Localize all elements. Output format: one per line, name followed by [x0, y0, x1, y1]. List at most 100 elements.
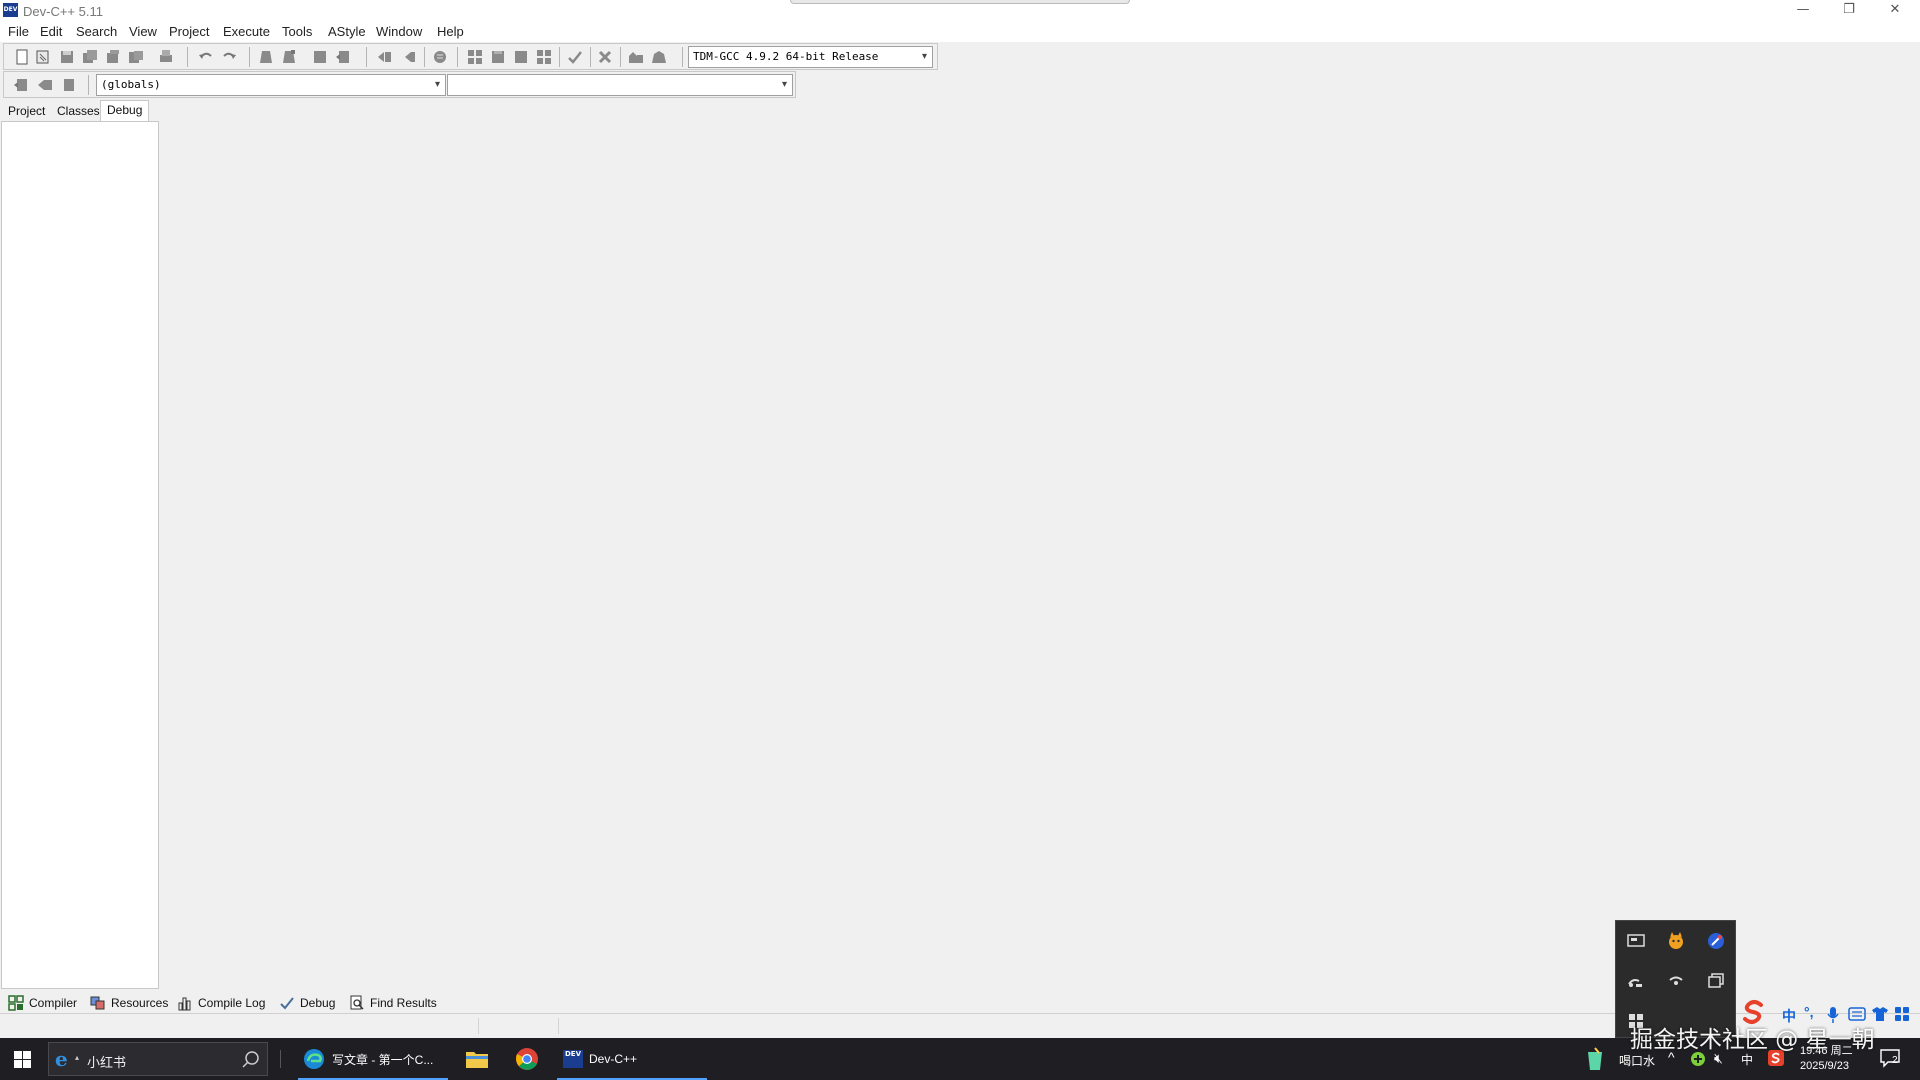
ime-punct-toggle[interactable]: °,	[1804, 1004, 1814, 1020]
window-title: Dev-C++ 5.11	[23, 4, 103, 19]
toggle-bookmark-icon[interactable]	[36, 76, 54, 94]
taskbar-app-edge[interactable]: 写文章 - 第一个C...	[298, 1038, 448, 1080]
devcpp-app-icon: DEV	[3, 3, 18, 17]
toolbar-separator	[457, 47, 458, 67]
minimize-button[interactable]: —	[1780, 0, 1826, 22]
rebuild-all-icon[interactable]	[535, 48, 553, 66]
indent-icon[interactable]	[376, 48, 394, 66]
start-button[interactable]	[0, 1038, 46, 1080]
open-file-icon[interactable]	[34, 48, 52, 66]
stop-execution-icon[interactable]	[596, 48, 614, 66]
chevron-down-icon: ▾	[434, 79, 440, 90]
feather-app-icon[interactable]	[1704, 929, 1728, 953]
toolbar-separator	[620, 47, 621, 67]
scope-select-value: (globals)	[101, 78, 161, 91]
replace-icon[interactable]	[280, 48, 298, 66]
compiler-grid-icon	[8, 994, 24, 1011]
find-next-icon[interactable]	[311, 48, 329, 66]
clock-date[interactable]: 2025/9/23	[1800, 1060, 1849, 1072]
save-icon[interactable]	[58, 48, 76, 66]
compile-run-icon[interactable]	[512, 48, 530, 66]
find-results-icon	[350, 995, 364, 1010]
syntax-check-icon[interactable]	[566, 48, 584, 66]
tab-compiler-label: Compiler	[29, 995, 78, 1010]
editor-area[interactable]	[160, 100, 1920, 990]
tab-resources[interactable]: Resources	[90, 993, 168, 1012]
notification-center-button[interactable]: 2	[1880, 1048, 1902, 1068]
chevron-down-icon: ▾	[921, 51, 927, 62]
restore-button[interactable]: ❐	[1826, 0, 1872, 22]
run-icon[interactable]	[489, 48, 507, 66]
undo-icon[interactable]	[197, 48, 215, 66]
tab-debug-output[interactable]: Debug	[279, 993, 335, 1012]
bar-chart-icon	[178, 997, 191, 1010]
taskbar-separator	[280, 1050, 281, 1068]
copy-window-icon[interactable]	[1704, 969, 1728, 993]
toolbar-separator	[682, 47, 683, 67]
tab-find-results[interactable]: Find Results	[349, 993, 437, 1012]
compile-icon[interactable]	[466, 48, 484, 66]
save-all-icon[interactable]	[81, 48, 99, 66]
search-icon	[242, 1051, 259, 1068]
menu-bar: File Edit Search View Project Execute To…	[0, 22, 1920, 42]
insert-code-icon[interactable]	[12, 76, 30, 94]
toolbar-separator	[249, 47, 250, 67]
menu-execute[interactable]: Execute	[223, 24, 270, 39]
unindent-icon[interactable]	[399, 48, 417, 66]
keyboard-icon[interactable]	[1848, 1007, 1866, 1021]
new-file-icon[interactable]	[13, 48, 31, 66]
notification-icon	[1880, 1049, 1900, 1068]
tab-compiler[interactable]: Compiler	[8, 993, 77, 1012]
taskbar-app-file-explorer[interactable]	[465, 1038, 493, 1080]
chrome-icon	[516, 1048, 538, 1070]
taskbar-app-chrome[interactable]	[515, 1038, 543, 1080]
menu-window[interactable]: Window	[376, 24, 422, 39]
title-bar: DEV Dev-C++ 5.11 — ❐ ✕	[0, 0, 1920, 22]
tab-compile-log[interactable]: Compile Log	[177, 993, 265, 1012]
taskbar-app-devcpp[interactable]: DEV Dev-C++	[557, 1038, 707, 1080]
find-icon[interactable]	[257, 48, 275, 66]
toolbar-separator	[424, 47, 425, 67]
debug-project-icon[interactable]	[650, 48, 668, 66]
taskbar-search-box[interactable]: e ▴ 小红书	[48, 1042, 268, 1076]
menu-search[interactable]: Search	[76, 24, 117, 39]
devcpp-icon: DEV	[563, 1050, 583, 1068]
tab-project[interactable]: Project	[2, 102, 51, 121]
taskbar-app-edge-label: 写文章 - 第一个C...	[332, 1052, 434, 1067]
new-project-icon[interactable]	[627, 48, 645, 66]
tab-debug[interactable]: Debug	[100, 100, 150, 122]
tab-compile-log-label: Compile Log	[198, 995, 266, 1010]
ime-apps-grid-icon[interactable]	[1894, 1006, 1910, 1022]
screen-tool-icon[interactable]	[1624, 929, 1648, 953]
redo-icon[interactable]	[220, 48, 238, 66]
ie-icon: e	[55, 1047, 68, 1071]
cat-app-icon[interactable]	[1664, 929, 1688, 953]
toggle-comment-icon[interactable]	[431, 48, 449, 66]
debug-watch-panel[interactable]	[1, 121, 159, 989]
scope-select[interactable]: (globals) ▾	[96, 74, 446, 96]
compiler-select[interactable]: TDM-GCC 4.9.2 64-bit Release ▾	[688, 46, 933, 68]
tab-classes[interactable]: Classes	[51, 102, 106, 121]
menu-view[interactable]: View	[129, 24, 157, 39]
goto-bookmark-icon[interactable]	[60, 76, 78, 94]
member-select[interactable]: ▾	[447, 74, 793, 96]
menu-edit[interactable]: Edit	[40, 24, 62, 39]
close-button[interactable]: ✕	[1872, 0, 1918, 22]
print-icon[interactable]	[157, 48, 175, 66]
class-browser-toolbar: (globals) ▾ ▾	[3, 71, 796, 98]
tray-drink-water-label[interactable]: 喝口水	[1619, 1052, 1655, 1069]
menu-tools[interactable]: Tools	[282, 24, 312, 39]
wifi-icon[interactable]	[1664, 969, 1688, 993]
menu-file[interactable]: File	[8, 24, 29, 39]
toolbar-separator	[366, 47, 367, 67]
close-file-icon[interactable]	[104, 48, 122, 66]
menu-help[interactable]: Help	[437, 24, 464, 39]
compiler-select-value: TDM-GCC 4.9.2 64-bit Release	[693, 50, 879, 63]
menu-project[interactable]: Project	[169, 24, 209, 39]
wireless-display-icon[interactable]	[1624, 969, 1648, 993]
goto-line-icon[interactable]	[334, 48, 352, 66]
menu-astyle[interactable]: AStyle	[328, 24, 366, 39]
tab-find-results-label: Find Results	[370, 995, 437, 1010]
drink-water-icon[interactable]	[1585, 1046, 1605, 1072]
close-all-icon[interactable]	[127, 48, 145, 66]
